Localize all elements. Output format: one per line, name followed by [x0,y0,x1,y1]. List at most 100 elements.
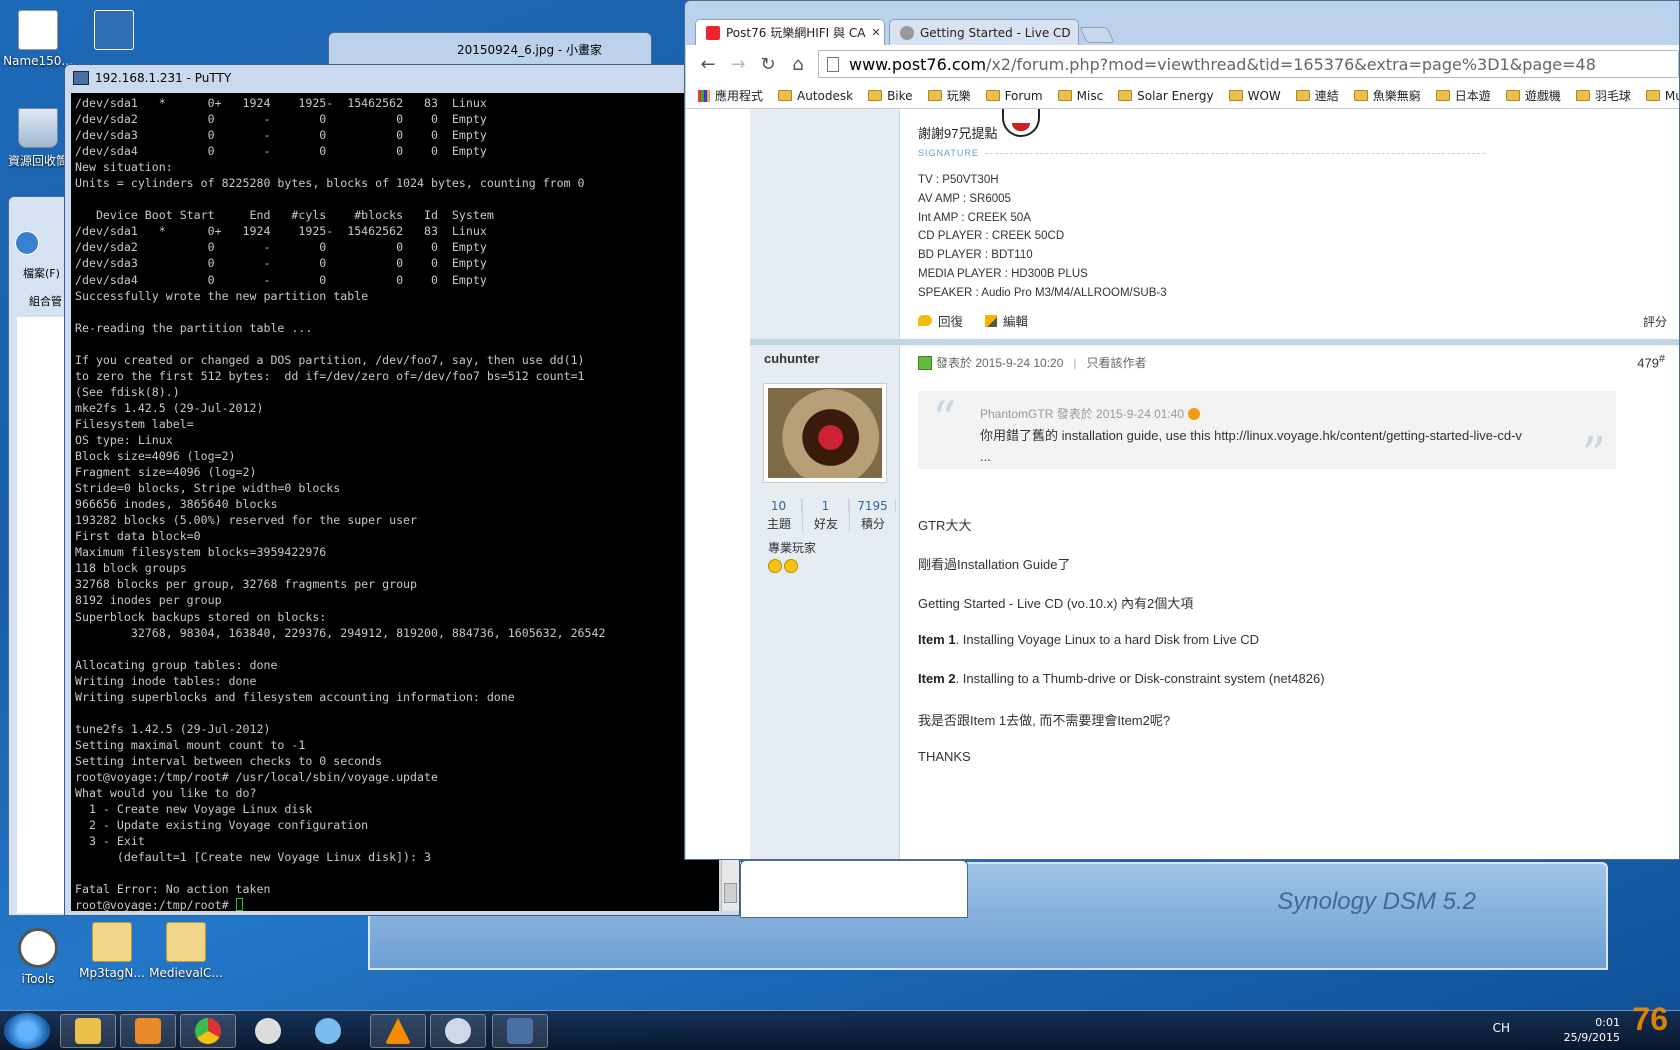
bookmark-item[interactable]: 玩樂 [927,87,971,104]
desktop-icon-label: 資源回收筒 [7,154,68,168]
go-to-post-icon[interactable] [1188,407,1201,420]
bookmark-label: Solar Energy [1137,88,1214,103]
only-author-link[interactable]: 只看該作者 [1087,354,1147,371]
desktop-icon-medieval[interactable]: MedievalC... [148,922,224,980]
desktop-icon-itools[interactable]: iTools [0,928,76,986]
tab-getting-started[interactable]: Getting Started - Live CD ✕ [889,19,1079,45]
network-icon [315,1018,341,1044]
terminal[interactable]: /dev/sda1 * 0+ 1924 1925- 15462562 83 Li… [71,93,719,911]
bookmark-item[interactable]: Forum [985,89,1043,103]
forward-arrow-icon[interactable]: → [728,54,748,75]
folder-icon [868,90,883,101]
bookmark-item[interactable]: 日本遊 [1435,87,1491,104]
explorer-organize[interactable]: 組合管 [29,293,69,309]
edit-button[interactable]: 編輯 [985,311,1028,330]
post-line-rest: . Installing Voyage Linux to a hard Disk… [955,632,1260,647]
pencil-icon [985,314,998,327]
media-player-icon [135,1018,161,1044]
taskbar-explorer[interactable] [60,1014,116,1048]
bookmark-label: 玩樂 [946,89,971,103]
putty-icon [73,71,89,85]
apps-grid-icon [698,89,710,102]
signature-line: MEDIA PLAYER : HD300B PLUS [918,267,1088,280]
post-author[interactable]: cuhunter [764,351,820,366]
close-icon[interactable]: ✕ [1077,26,1078,39]
close-quote-icon: ” [1581,427,1606,483]
stat-friends[interactable]: 1 好友 [803,499,850,532]
back-arrow-icon[interactable]: ← [698,54,718,75]
stat-points[interactable]: 7195 積分 [850,499,896,532]
bookmark-item[interactable]: Bike [868,89,913,103]
explorer-window[interactable]: 檔案(F) 組合管 [8,196,70,916]
clock[interactable]: 0:01 25/9/2015 [1564,1015,1620,1045]
taskbar-vlc[interactable] [370,1014,426,1048]
desktop-icon-label: Mp3tagN... [79,966,145,980]
clock-time: 0:01 [1595,1016,1620,1029]
taskbar-app[interactable] [240,1014,296,1048]
bookmark-item[interactable]: 羽毛球 [1575,87,1631,104]
bookmarks-bar: 應用程式 Autodesk Bike 玩樂 Forum Misc Solar Energy W… [686,83,1679,109]
chrome-window[interactable]: Post76 玩樂網HIFI 與 CA ✕ Getting Started - … [684,0,1680,860]
folder-icon [1353,90,1368,101]
bookmark-item[interactable]: Music [1645,89,1679,103]
reply-button[interactable]: 回復 [918,311,963,330]
tab-label: Getting Started - Live CD [920,25,1071,40]
rate-button[interactable]: 評分 [1643,313,1667,330]
stat-topics[interactable]: 10 主題 [756,499,803,532]
taskbar-putty[interactable] [492,1014,548,1048]
putty-titlebar[interactable]: 192.168.1.231 - PuTTY [65,65,739,91]
folder-icon [1435,90,1450,101]
desktop-icon-label: iTools [21,972,55,986]
paint-window[interactable]: 20150924_6.jpg - 小畫家 [328,32,652,66]
reload-icon[interactable]: ↻ [758,54,778,75]
scrollbar-thumb[interactable] [724,883,737,903]
taskbar-paint[interactable] [430,1014,486,1048]
quote-author: PhantomGTR 發表於 2015-9-24 01:40 [980,407,1185,421]
folder-icon [75,1018,101,1044]
close-icon[interactable]: ✕ [871,26,880,39]
bookmark-item[interactable]: Solar Energy [1118,88,1214,103]
signature-label: SIGNATURE [918,148,979,158]
folder-icon [985,90,1000,101]
tab-post76[interactable]: Post76 玩樂網HIFI 與 CA ✕ [695,19,885,45]
address-bar[interactable]: www.post76.com/x2/forum.php?mod=viewthre… [818,50,1679,78]
post-line-bold: Item 2 [918,671,956,686]
stat-label: 好友 [813,517,838,531]
putty-window[interactable]: 192.168.1.231 - PuTTY – □ /dev/sda1 * 0+… [64,64,740,916]
explorer-menu-file[interactable]: 檔案(F) [23,265,60,281]
back-button[interactable] [15,231,39,255]
bookmark-item[interactable]: 連結 [1295,87,1339,104]
forum-page: cuhunter 10 主題 1 好友 7195 積分 專業玩家 謝謝97兄提點 SI… [686,109,1679,859]
bookmark-item[interactable]: 魚樂無窮 [1353,87,1421,104]
clock-date: 25/9/2015 [1563,1031,1620,1044]
bookmark-item[interactable]: Misc [1057,89,1103,103]
bookmark-item[interactable]: WOW [1228,89,1281,103]
bookmark-item[interactable]: 遊戲機 [1505,87,1561,104]
taskbar-media[interactable] [120,1014,176,1048]
post-floor[interactable]: 479# [1637,353,1665,370]
putty-title: 192.168.1.231 - PuTTY [95,71,232,85]
bookmark-label: 應用程式 [715,89,764,103]
desktop-icon-shortcut[interactable] [76,10,152,54]
vlc-cone-icon [385,1018,411,1044]
home-icon[interactable]: ⌂ [788,54,808,75]
avatar[interactable] [764,384,886,482]
new-tab-button[interactable] [1079,27,1115,43]
folder-icon [1575,90,1590,101]
folder-icon [1118,90,1133,101]
desktop-icon-mp3tag[interactable]: Mp3tagN... [74,922,150,980]
taskbar-network[interactable] [300,1014,356,1048]
quote-text: 你用錯了舊的 installation guide, use this http… [980,425,1580,467]
open-quote-icon: “ [932,391,957,447]
start-button[interactable] [4,1013,50,1049]
taskbar-chrome[interactable] [180,1014,236,1048]
desktop-icon-document[interactable]: Name150... [0,10,76,68]
medals [768,559,798,573]
signature-line: TV : P50VT30H [918,174,999,186]
bookmark-item[interactable]: 應用程式 [698,87,763,104]
page-icon [827,56,839,72]
stat-value: 7195 [850,499,896,513]
bookmark-label: 連結 [1314,89,1339,103]
bookmark-item[interactable]: Autodesk [778,89,853,103]
input-language[interactable]: CH [1493,1021,1510,1035]
